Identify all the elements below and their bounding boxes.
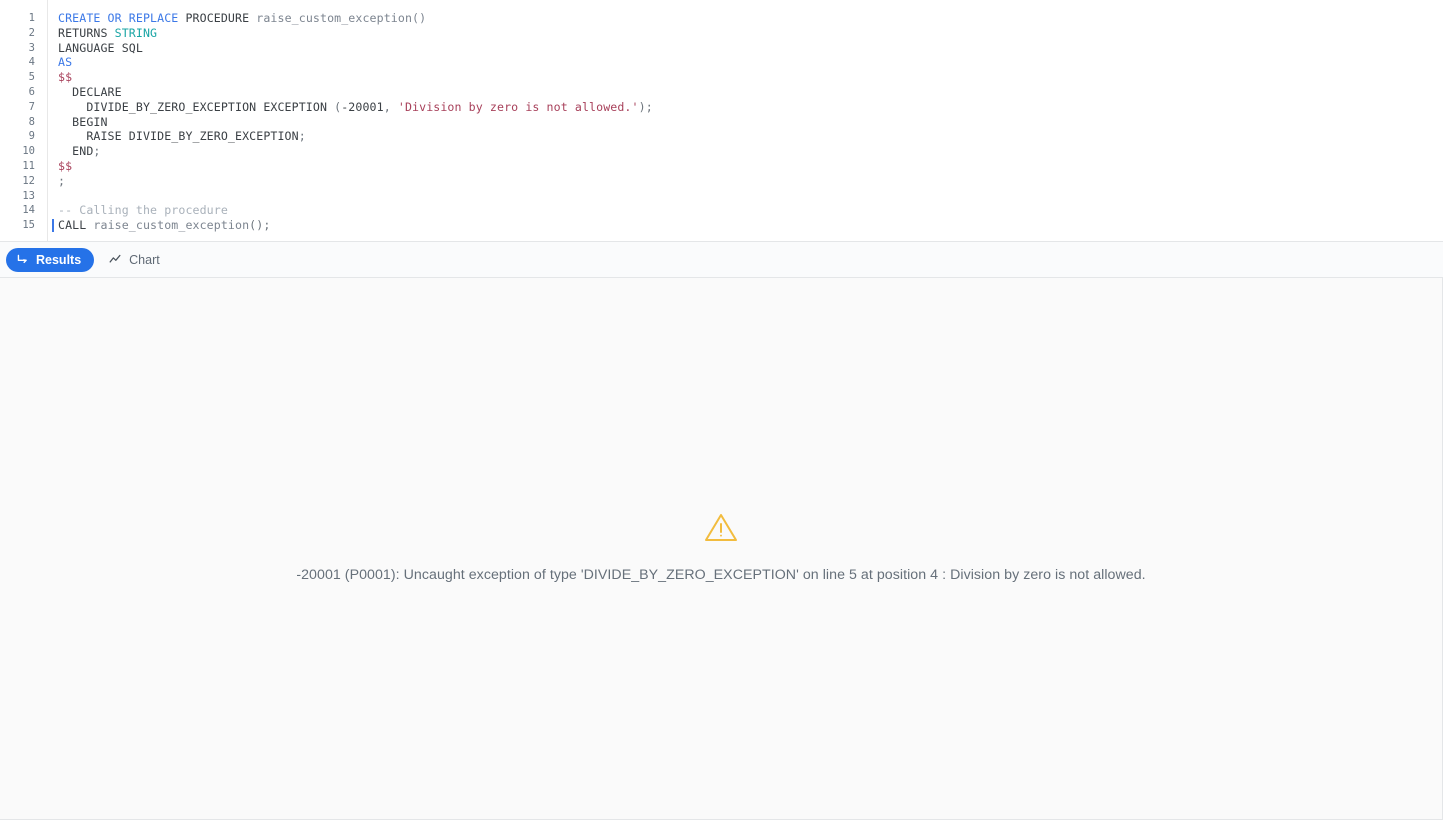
code-line[interactable]: 7 DIVIDE_BY_ZERO_EXCEPTION EXCEPTION (-2… [0, 100, 1443, 115]
tab-chart[interactable]: Chart [100, 248, 173, 272]
code-token: ; [58, 174, 65, 188]
code-line[interactable]: 2RETURNS STRING [0, 26, 1443, 41]
code-token: ); [639, 100, 653, 114]
tab-results[interactable]: Results [6, 248, 94, 272]
warning-triangle-icon [704, 512, 738, 548]
code-line-content[interactable]: $$ [41, 70, 72, 85]
code-line-content[interactable]: AS [41, 55, 72, 70]
code-token: STRING [115, 26, 157, 40]
code-token: (); [249, 218, 270, 232]
code-token: DECLARE [58, 85, 122, 99]
code-line-content[interactable]: -- Calling the procedure [41, 203, 228, 218]
line-number: 12 [0, 174, 41, 189]
code-line[interactable]: 1CREATE OR REPLACE PROCEDURE raise_custo… [0, 11, 1443, 26]
code-token: END [58, 144, 93, 158]
code-token: RAISE DIVIDE_BY_ZERO_EXCEPTION [58, 129, 299, 143]
code-line-content[interactable]: CREATE OR REPLACE PROCEDURE raise_custom… [41, 11, 426, 26]
code-line-content[interactable]: ; [41, 174, 65, 189]
code-token: $$ [58, 159, 72, 173]
code-token: 'Division by zero is not allowed.' [398, 100, 639, 114]
tab-chart-label: Chart [129, 253, 160, 267]
code-line-content[interactable]: RAISE DIVIDE_BY_ZERO_EXCEPTION; [41, 129, 306, 144]
code-token: AS [58, 55, 72, 69]
results-panel: -20001 (P0001): Uncaught exception of ty… [0, 278, 1443, 820]
code-line[interactable]: 5 $$ [0, 70, 1443, 85]
code-line[interactable]: 4 AS [0, 55, 1443, 70]
line-number: 7 [0, 100, 41, 115]
code-line[interactable]: 13 [0, 189, 1443, 204]
code-line-content[interactable]: END; [41, 144, 101, 159]
code-token: LANGUAGE SQL [58, 41, 143, 55]
code-line[interactable]: 10 END; [0, 144, 1443, 159]
line-number: 9 [0, 129, 41, 144]
code-token: RETURNS [58, 26, 115, 40]
code-line-content[interactable]: $$ [41, 159, 72, 174]
code-line[interactable]: 6 DECLARE [0, 85, 1443, 100]
results-tabbar: Results Chart [0, 241, 1443, 278]
code-line[interactable]: 3 LANGUAGE SQL [0, 41, 1443, 56]
code-token: ; [93, 144, 100, 158]
code-token: $$ [58, 70, 72, 84]
code-token: DIVIDE_BY_ZERO_EXCEPTION EXCEPTION [58, 100, 334, 114]
code-line[interactable]: 9 RAISE DIVIDE_BY_ZERO_EXCEPTION; [0, 129, 1443, 144]
code-line-content[interactable]: DIVIDE_BY_ZERO_EXCEPTION EXCEPTION (-200… [41, 100, 653, 115]
code-token: -- Calling the procedure [58, 203, 228, 217]
code-token: CREATE OR REPLACE [58, 11, 185, 25]
sql-code-editor[interactable]: 1CREATE OR REPLACE PROCEDURE raise_custo… [0, 0, 1443, 241]
line-number: 14 [0, 203, 41, 218]
code-line[interactable]: 11 $$ [0, 159, 1443, 174]
code-line-content[interactable]: DECLARE [41, 85, 122, 100]
code-token: raise_custom_exception() [256, 11, 426, 25]
arrow-turn-down-right-icon [16, 253, 29, 266]
line-number: 3 [0, 41, 41, 56]
code-token: CALL [58, 218, 93, 232]
error-message: -20001 (P0001): Uncaught exception of ty… [296, 567, 1145, 583]
code-line-content[interactable]: CALL raise_custom_exception(); [41, 218, 270, 233]
text-cursor [52, 219, 54, 232]
line-number: 5 [0, 70, 41, 85]
line-number: 1 [0, 11, 41, 26]
code-token: ; [299, 129, 306, 143]
code-token: BEGIN [58, 115, 108, 129]
line-number: 6 [0, 85, 41, 100]
code-lines-container[interactable]: 1CREATE OR REPLACE PROCEDURE raise_custo… [0, 0, 1443, 233]
line-number: 2 [0, 26, 41, 41]
code-line-content[interactable]: LANGUAGE SQL [41, 41, 143, 56]
line-number: 4 [0, 55, 41, 70]
code-token: PROCEDURE [185, 11, 256, 25]
code-line[interactable]: 12; [0, 174, 1443, 189]
code-token: raise_custom_exception [93, 218, 249, 232]
line-number: 11 [0, 159, 41, 174]
code-line[interactable]: 15CALL raise_custom_exception(); [0, 218, 1443, 233]
line-number: 8 [0, 115, 41, 130]
code-line-content[interactable]: RETURNS STRING [41, 26, 157, 41]
line-number: 15 [0, 218, 41, 233]
line-number: 10 [0, 144, 41, 159]
code-token: -20001 [341, 100, 383, 114]
code-line[interactable]: 8 BEGIN [0, 115, 1443, 130]
code-token: , [384, 100, 398, 114]
sql-worksheet: 1CREATE OR REPLACE PROCEDURE raise_custo… [0, 0, 1443, 820]
error-state: -20001 (P0001): Uncaught exception of ty… [0, 512, 1442, 583]
tab-results-label: Results [36, 253, 81, 267]
line-chart-icon [108, 253, 122, 266]
code-line-content[interactable]: BEGIN [41, 115, 108, 130]
line-number: 13 [0, 189, 41, 204]
code-line[interactable]: 14 -- Calling the procedure [0, 203, 1443, 218]
